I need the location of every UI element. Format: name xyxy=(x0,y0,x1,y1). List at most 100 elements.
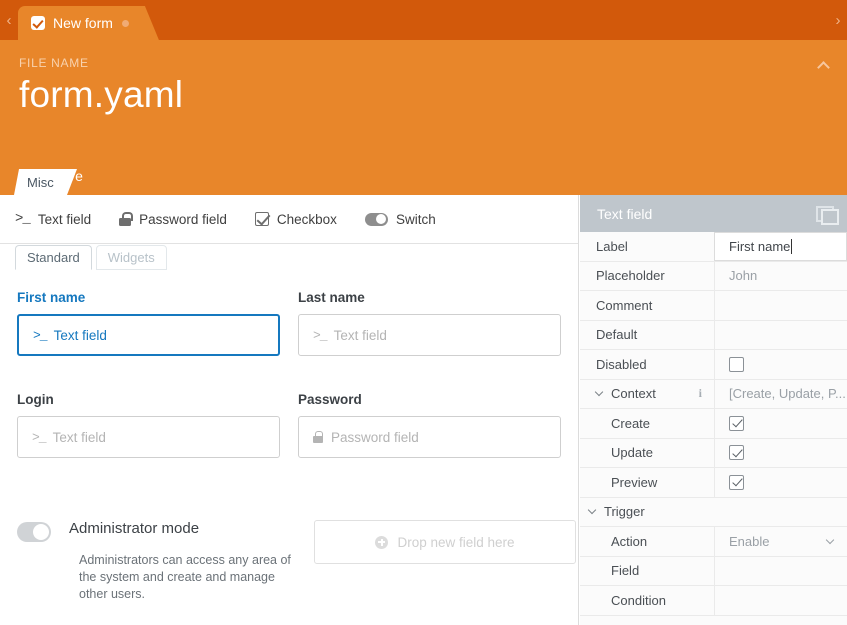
administrator-mode-label: Administrator mode xyxy=(69,520,200,537)
property-row-context[interactable]: Context i [Create, Update, P... xyxy=(580,379,847,409)
form-row: Administrator mode Administrators can ac… xyxy=(17,520,578,603)
property-input-default[interactable] xyxy=(715,321,847,350)
field-input-first-name[interactable]: >_ Text field xyxy=(17,314,280,356)
property-value-context[interactable]: [Create, Update, P... xyxy=(715,380,847,409)
file-name-caption: FILE NAME xyxy=(19,56,89,70)
property-name: Create xyxy=(580,409,715,438)
subtab-widgets[interactable]: Widgets xyxy=(95,245,167,270)
property-name: Disabled xyxy=(580,350,715,379)
collapse-header-button[interactable] xyxy=(807,50,839,80)
tab-misc[interactable]: Misc xyxy=(14,169,77,195)
property-row-create: Create xyxy=(580,409,847,439)
property-value-cell xyxy=(715,409,847,438)
property-input-condition[interactable] xyxy=(715,586,847,615)
administrator-mode-description: Administrators can access any area of th… xyxy=(79,553,291,601)
palette-label: Switch xyxy=(395,211,436,227)
property-row-disabled: Disabled xyxy=(580,350,847,380)
property-row-field: Field xyxy=(580,556,847,586)
property-name: Condition xyxy=(580,586,715,615)
field-input-password[interactable]: Password field xyxy=(298,416,561,458)
property-input-comment[interactable] xyxy=(715,291,847,320)
subtab-standard[interactable]: Standard xyxy=(15,245,92,270)
form-row: First name >_ Text field Last name >_ Te… xyxy=(0,290,578,356)
form-designer-app: ‹ New form › FILE NAME form.yaml Save Mi… xyxy=(0,0,847,625)
drop-new-field-zone[interactable]: Drop new field here xyxy=(314,520,576,564)
properties-title: Text field xyxy=(597,205,653,222)
property-row-condition: Condition xyxy=(580,586,847,616)
info-icon[interactable]: i xyxy=(699,386,702,401)
property-name: Action xyxy=(580,527,715,556)
property-name: Update xyxy=(580,438,715,467)
tabs-scroll-left-icon[interactable]: ‹ xyxy=(0,0,18,40)
prompt-icon: >_ xyxy=(33,327,48,343)
chevron-down-icon xyxy=(594,388,604,397)
field-placeholder: Text field xyxy=(333,327,387,343)
tab-misc-label: Misc xyxy=(27,174,54,190)
chevron-down-icon xyxy=(587,506,597,515)
property-name-context[interactable]: Context i xyxy=(580,379,715,408)
form-row: Login >_ Text field Password Password fi… xyxy=(0,392,578,458)
form-field-last-name[interactable]: Last name >_ Text field xyxy=(298,290,561,356)
preview-checkbox[interactable] xyxy=(729,474,744,490)
form-field-first-name[interactable]: First name >_ Text field xyxy=(17,290,280,356)
plus-circle-icon xyxy=(375,535,389,549)
form-field-login[interactable]: Login >_ Text field xyxy=(17,392,280,458)
property-name: Placeholder xyxy=(580,261,715,290)
property-row-trigger[interactable]: Trigger xyxy=(580,498,847,527)
checkbox-icon xyxy=(254,212,269,226)
property-value: First name xyxy=(729,238,791,254)
chevron-down-icon xyxy=(825,535,835,544)
palette-label: Checkbox xyxy=(276,211,337,227)
text-cursor xyxy=(791,238,793,254)
field-input-login[interactable]: >_ Text field xyxy=(17,416,280,458)
prompt-icon: >_ xyxy=(313,327,328,343)
create-checkbox[interactable] xyxy=(729,415,744,431)
file-header: FILE NAME form.yaml Save Misc xyxy=(0,40,847,195)
property-value-cell xyxy=(715,439,847,468)
page-title: form.yaml xyxy=(19,74,184,115)
field-placeholder: Text field xyxy=(53,327,107,343)
field-label: Password xyxy=(298,392,362,407)
property-select-action[interactable]: Enable xyxy=(715,527,847,556)
palette-item-switch[interactable]: Switch xyxy=(364,211,436,227)
form-fields-area: First name >_ Text field Last name >_ Te… xyxy=(0,290,578,458)
layers-icon[interactable] xyxy=(816,205,839,225)
property-name: Field xyxy=(580,556,715,585)
property-name: Context xyxy=(611,386,656,402)
property-name: Trigger xyxy=(604,504,645,520)
form-field-administrator-mode: Administrator mode Administrators can ac… xyxy=(17,520,296,603)
form-field-password[interactable]: Password Password field xyxy=(298,392,561,458)
form-canvas: >_ Text field Password field Checkbox Sw… xyxy=(0,195,579,625)
property-row-update: Update xyxy=(580,438,847,468)
property-row-action: Action Enable xyxy=(580,527,847,557)
field-placeholder: Password field xyxy=(331,429,419,445)
property-name: Label xyxy=(580,232,715,261)
property-name: Preview xyxy=(580,468,715,497)
property-input-field[interactable] xyxy=(715,557,847,586)
tabs-scroll-right-icon[interactable]: › xyxy=(829,0,847,40)
palette-subtabs: Standard Widgets xyxy=(15,245,167,270)
property-input-placeholder[interactable]: John xyxy=(715,262,847,291)
palette-item-checkbox[interactable]: Checkbox xyxy=(254,211,337,227)
palette-label: Text field xyxy=(37,211,92,227)
property-group-trigger[interactable]: Trigger xyxy=(580,498,847,527)
field-label: Login xyxy=(17,392,54,407)
palette-label: Password field xyxy=(139,211,227,227)
tab-strip: ‹ New form › xyxy=(0,0,847,40)
lock-icon xyxy=(313,431,323,443)
checkbox-checked-icon xyxy=(31,16,45,30)
tab-new-form[interactable]: New form xyxy=(18,6,159,40)
palette-item-text-field[interactable]: >_ Text field xyxy=(15,211,91,227)
update-checkbox[interactable] xyxy=(729,445,744,461)
disabled-checkbox[interactable] xyxy=(729,356,744,372)
palette-item-password-field[interactable]: Password field xyxy=(119,212,227,227)
property-row-default: Default xyxy=(580,320,847,350)
properties-panel-header: Text field xyxy=(580,195,847,232)
administrator-mode-switch[interactable] xyxy=(17,522,51,542)
field-label: First name xyxy=(17,290,86,305)
property-name: Default xyxy=(580,320,715,349)
property-input-label[interactable]: First name xyxy=(714,231,847,261)
field-palette-toolbar: >_ Text field Password field Checkbox Sw… xyxy=(0,195,578,244)
field-input-last-name[interactable]: >_ Text field xyxy=(298,314,561,356)
property-row-preview: Preview xyxy=(580,468,847,498)
